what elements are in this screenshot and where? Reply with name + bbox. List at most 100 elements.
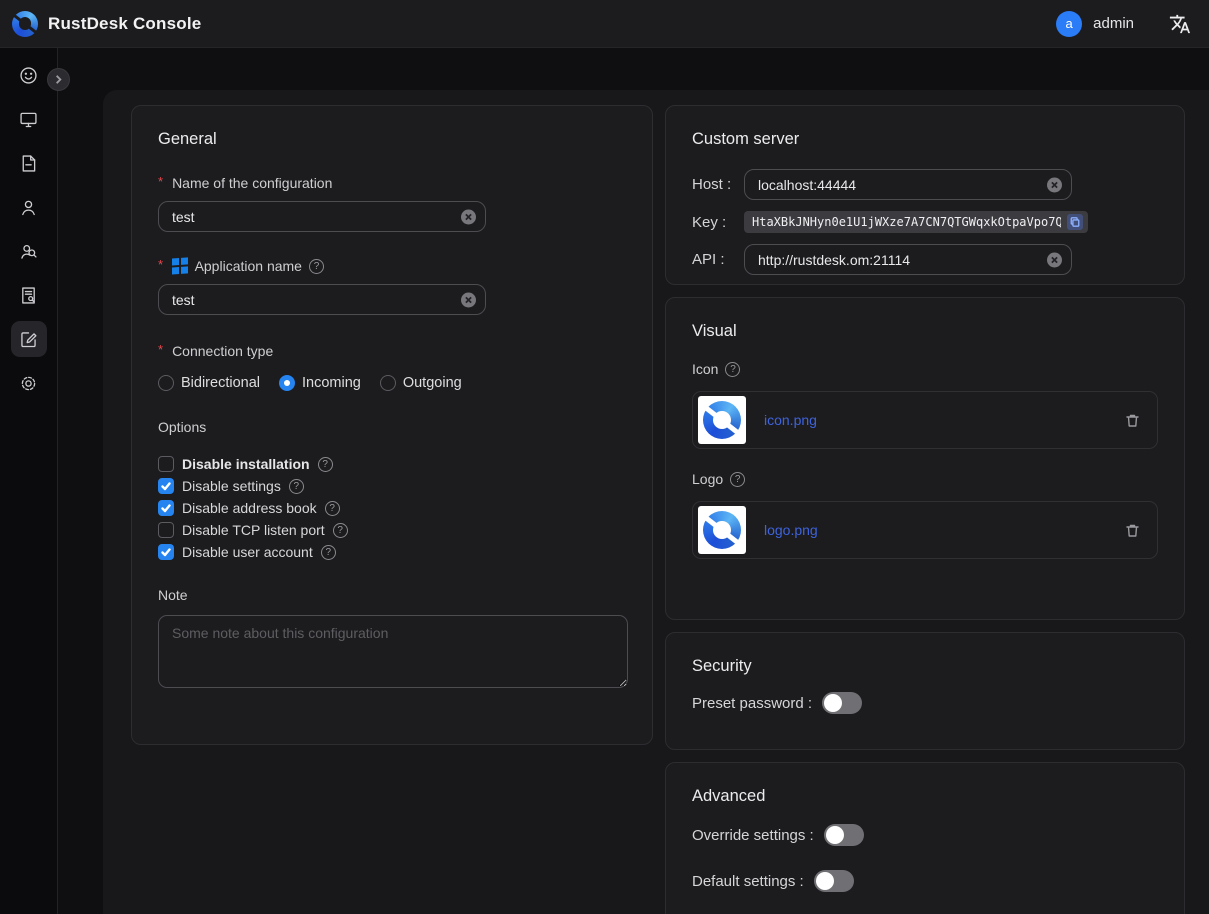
radio-bidirectional[interactable]: Bidirectional [158, 375, 260, 391]
option-disable-user-account[interactable]: Disable user account ? [158, 541, 626, 563]
checkbox-icon [158, 544, 174, 560]
help-icon[interactable]: ? [730, 472, 745, 487]
security-title: Security [692, 657, 1158, 676]
sidebar-item-sessions[interactable] [11, 277, 47, 313]
checkbox-icon [158, 456, 174, 472]
override-settings-row: Override settings : [692, 824, 1158, 846]
key-value-chip: HtaXBkJNHyn0e1U1jWXze7A7CN7QTGWqxkOtpaVp… [744, 211, 1088, 233]
clear-icon[interactable] [461, 209, 476, 224]
sidebar-item-users[interactable] [11, 189, 47, 225]
smiley-icon [18, 65, 39, 86]
icon-file-link[interactable]: icon.png [764, 412, 1106, 428]
logo-thumbnail [698, 506, 746, 554]
content-area: General * Name of the configuration * Ap… [103, 90, 1209, 914]
note-textarea[interactable] [158, 615, 628, 688]
api-input[interactable] [744, 244, 1072, 275]
settings-icon [18, 373, 39, 394]
sidebar-item-devices[interactable] [11, 101, 47, 137]
connection-type-label: * Connection type [158, 343, 626, 359]
help-icon[interactable]: ? [333, 523, 348, 538]
sidebar-expand-button[interactable] [47, 68, 70, 91]
translate-icon[interactable] [1169, 13, 1191, 35]
default-settings-row: Default settings : [692, 870, 1158, 892]
audit-log-icon [18, 285, 39, 306]
radio-icon [380, 375, 396, 391]
radio-incoming[interactable]: Incoming [279, 375, 361, 391]
radio-icon [279, 375, 295, 391]
help-icon[interactable]: ? [318, 457, 333, 472]
option-disable-settings[interactable]: Disable settings ? [158, 475, 626, 497]
app-name-label: * Application name ? [158, 258, 626, 274]
preset-password-toggle[interactable] [822, 692, 862, 714]
user-group-icon [18, 241, 39, 262]
app-title: RustDesk Console [48, 14, 201, 34]
windows-logo-icon [172, 258, 188, 275]
default-settings-label: Default settings : [692, 873, 804, 890]
sidebar-item-custom-client[interactable] [11, 321, 47, 357]
clear-icon[interactable] [461, 292, 476, 307]
visual-panel: Visual Icon ? icon.png Logo ? [665, 297, 1185, 620]
host-input[interactable] [744, 169, 1072, 200]
default-settings-toggle[interactable] [814, 870, 854, 892]
radio-outgoing[interactable]: Outgoing [380, 375, 462, 391]
logo-file-card: logo.png [692, 501, 1158, 559]
advanced-title: Advanced [692, 787, 1158, 806]
general-panel: General * Name of the configuration * Ap… [131, 105, 653, 745]
top-bar: RustDesk Console a admin [0, 0, 1209, 48]
sidebar [0, 48, 58, 914]
sidebar-item-settings[interactable] [11, 365, 47, 401]
option-disable-tcp-listen-port[interactable]: Disable TCP listen port ? [158, 519, 626, 541]
preset-password-label: Preset password : [692, 695, 812, 712]
note-label: Note [158, 587, 626, 603]
help-icon[interactable]: ? [725, 362, 740, 377]
required-mark: * [158, 174, 163, 189]
connection-type-group: Bidirectional Incoming Outgoing [158, 375, 626, 391]
document-icon [18, 153, 39, 174]
option-disable-installation[interactable]: Disable installation ? [158, 453, 626, 475]
checkbox-icon [158, 478, 174, 494]
trash-icon[interactable] [1124, 412, 1141, 429]
sidebar-item-groups[interactable] [11, 233, 47, 269]
help-icon[interactable]: ? [309, 259, 324, 274]
app-name-input[interactable] [158, 284, 486, 315]
advanced-panel: Advanced Override settings : Default set… [665, 762, 1185, 914]
icon-file-card: icon.png [692, 391, 1158, 449]
logo-label: Logo ? [692, 471, 1158, 487]
radio-icon [158, 375, 174, 391]
clear-icon[interactable] [1047, 252, 1062, 267]
option-disable-address-book[interactable]: Disable address book ? [158, 497, 626, 519]
brand: RustDesk Console [12, 11, 201, 37]
sidebar-item-logs[interactable] [11, 145, 47, 181]
general-title: General [158, 130, 626, 149]
api-label: API : [692, 251, 744, 268]
rustdesk-logo-icon [12, 11, 38, 37]
checkbox-icon [158, 522, 174, 538]
help-icon[interactable]: ? [289, 479, 304, 494]
preset-password-row: Preset password : [692, 692, 1158, 714]
user-name[interactable]: admin [1093, 15, 1134, 32]
clear-icon[interactable] [1047, 177, 1062, 192]
copy-icon[interactable] [1067, 214, 1083, 230]
monitor-icon [18, 109, 39, 130]
help-icon[interactable]: ? [325, 501, 340, 516]
host-label: Host : [692, 176, 744, 193]
logo-file-link[interactable]: logo.png [764, 522, 1106, 538]
key-label: Key : [692, 214, 744, 231]
help-icon[interactable]: ? [321, 545, 336, 560]
avatar[interactable]: a [1056, 11, 1082, 37]
custom-server-panel: Custom server Host : Key : HtaXBkJNHyn0e… [665, 105, 1185, 285]
key-value: HtaXBkJNHyn0e1U1jWXze7A7CN7QTGWqxkOtpaVp… [752, 215, 1061, 229]
override-settings-toggle[interactable] [824, 824, 864, 846]
config-name-input[interactable] [158, 201, 486, 232]
icon-thumbnail [698, 396, 746, 444]
edit-icon [18, 329, 39, 350]
custom-server-title: Custom server [692, 130, 1158, 149]
icon-label: Icon ? [692, 361, 1158, 377]
sidebar-item-dashboard[interactable] [11, 57, 47, 93]
trash-icon[interactable] [1124, 522, 1141, 539]
config-name-label: * Name of the configuration [158, 175, 626, 191]
chevron-right-icon [53, 74, 64, 85]
security-panel: Security Preset password : [665, 632, 1185, 750]
options-label: Options [158, 419, 626, 435]
user-icon [18, 197, 39, 218]
